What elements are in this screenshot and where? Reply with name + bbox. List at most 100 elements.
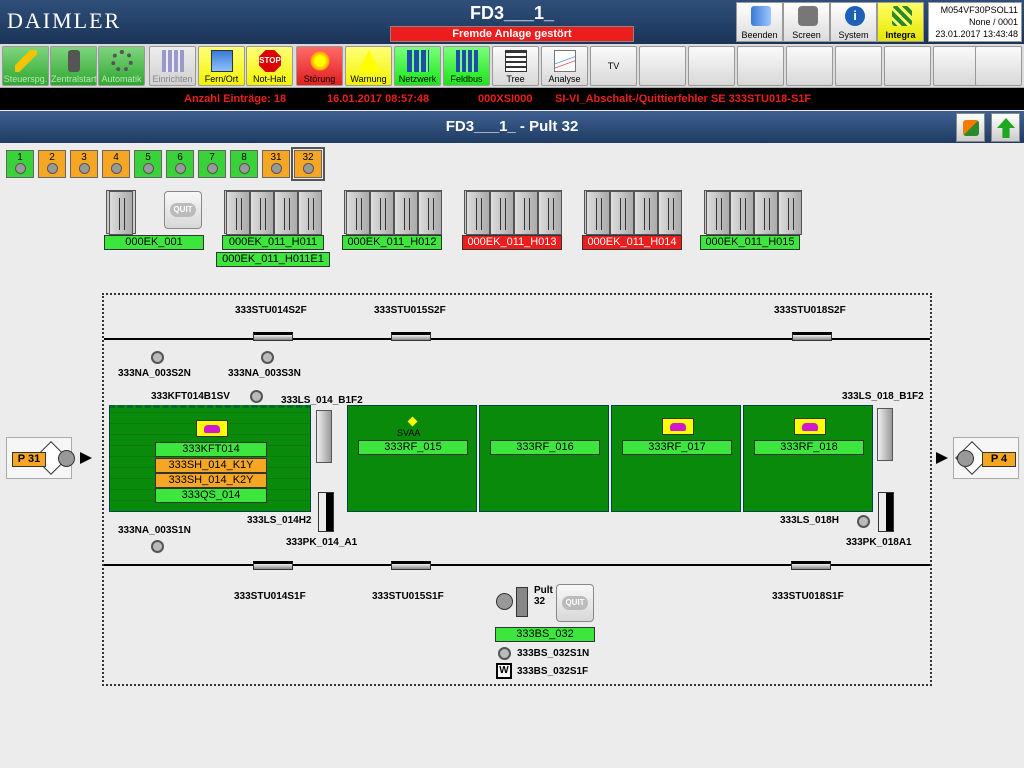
cabinet-h014[interactable] <box>584 190 682 235</box>
sensor-015-s1f[interactable] <box>391 561 431 570</box>
central-start-button[interactable]: Zentralstart <box>50 46 97 86</box>
integra-button-label: Integra <box>885 30 916 40</box>
cabinet-label: 000EK_011_H012 <box>342 235 442 250</box>
cabinet-h012[interactable] <box>344 190 442 235</box>
stop-sign-icon: STOP <box>259 50 281 72</box>
remote-local-button[interactable]: Fern/Ort <box>198 46 245 86</box>
empty-toolbar-slot <box>884 46 931 86</box>
tab-label: 3 <box>81 152 87 163</box>
car-icon <box>196 420 228 437</box>
zone-015[interactable]: SVAA 333RF_015 <box>347 405 477 512</box>
warning-button[interactable]: Warnung <box>345 46 392 86</box>
indicator-lamp-icon[interactable] <box>857 515 870 528</box>
exit-button[interactable]: Beenden <box>736 2 783 42</box>
tab-label: 1 <box>17 152 23 163</box>
pk-014-sensor[interactable] <box>318 492 334 532</box>
pult-tab-5[interactable]: 5 <box>134 150 162 178</box>
btn-label: Zentralstart <box>51 74 97 84</box>
cabinet-h011[interactable] <box>224 190 322 235</box>
pult-tab-32[interactable]: 32 <box>291 147 325 181</box>
integra-button[interactable]: Integra <box>877 2 924 42</box>
fieldbus-button[interactable]: Feldbus <box>443 46 490 86</box>
analysis-button[interactable]: Analyse <box>541 46 588 86</box>
system-button[interactable]: i System <box>830 2 877 42</box>
zone-016[interactable]: 333RF_016 <box>479 405 609 512</box>
cabinet-door-icon <box>610 191 634 235</box>
sensor-015-s2f[interactable] <box>391 332 431 341</box>
quit-button[interactable] <box>164 191 202 229</box>
home-button[interactable] <box>991 113 1020 142</box>
zone-label: 333RF_017 <box>622 440 732 455</box>
tv-button[interactable]: TV <box>590 46 637 86</box>
pult-quit-button[interactable] <box>556 584 594 622</box>
pk-label: 333PK_014_A1 <box>286 537 358 548</box>
tab-label: 2 <box>49 152 55 163</box>
cabinet-door-icon <box>370 191 394 235</box>
status-bar[interactable]: Anzahl Einträge: 18 16.01.2017 08:57:48 … <box>0 88 1024 110</box>
cabinet-label: 000EK_011_H014 <box>582 235 682 250</box>
network-button[interactable]: Netzwerk <box>394 46 441 86</box>
cabinet-door-icon <box>754 191 778 235</box>
pult-tab-1[interactable]: 1 <box>6 150 34 178</box>
light-curtain[interactable] <box>877 408 893 461</box>
indicator-lamp-icon[interactable] <box>250 390 263 403</box>
fault-button[interactable]: Störung <box>296 46 343 86</box>
cabinet-door-icon <box>298 191 322 235</box>
sensor-014-s1f[interactable] <box>253 561 293 570</box>
btn-label: Einrichten <box>152 74 193 84</box>
cabinet-door-icon <box>634 191 658 235</box>
pult-32-control[interactable] <box>494 583 538 623</box>
status-dot-icon <box>79 163 90 174</box>
light-curtain[interactable] <box>316 410 332 463</box>
wrench-button[interactable] <box>956 113 985 142</box>
indicator-lamp-icon[interactable] <box>151 351 164 364</box>
control-voltage-button[interactable]: Steuerspg. <box>2 46 49 86</box>
indicator-lamp-icon[interactable] <box>261 351 274 364</box>
pk-018-sensor[interactable] <box>878 492 894 532</box>
w-marker[interactable]: W <box>496 663 512 679</box>
indicator-lamp-icon[interactable] <box>151 540 164 553</box>
zone-018[interactable]: 333RF_018 <box>743 405 873 512</box>
cabinet-door-icon <box>346 191 370 235</box>
sensor-014-s2f[interactable] <box>253 332 293 341</box>
emergency-stop-button[interactable]: STOP Not-Halt <box>246 46 293 86</box>
pult-tab-31[interactable]: 31 <box>262 150 290 178</box>
pult-tab-3[interactable]: 3 <box>70 150 98 178</box>
cabinet-label: 000EK_011_H011 <box>222 235 324 250</box>
pult-tab-4[interactable]: 4 <box>102 150 130 178</box>
tree-button[interactable]: Tree <box>492 46 539 86</box>
node-p4[interactable]: P 4 <box>953 437 1019 479</box>
btn-label: Steuerspg. <box>3 74 48 84</box>
pk-label: 333PK_018A1 <box>846 537 912 548</box>
sensor-label: 333STU015S1F <box>372 591 444 602</box>
plug-icon <box>963 120 979 136</box>
svaa-label: SVAA <box>397 428 421 438</box>
indicator-lamp-icon[interactable] <box>498 647 511 660</box>
lamp-label: 333NA_003S2N <box>118 368 191 379</box>
empty-toolbar-slot <box>933 46 980 86</box>
cabinet-h013[interactable] <box>464 190 562 235</box>
zone-017[interactable]: 333RF_017 <box>611 405 741 512</box>
pult-tab-8[interactable]: 8 <box>230 150 258 178</box>
cabinet-door-icon <box>490 191 514 235</box>
btn-label: Tree <box>506 74 525 84</box>
cabinet-label: 000EK_011_H011E1 <box>216 252 330 267</box>
zone-014[interactable]: 333KFT014 333SH_014_K1Y 333SH_014_K2Y 33… <box>109 405 311 512</box>
car-icon <box>662 418 694 435</box>
pult-tab-6[interactable]: 6 <box>166 150 194 178</box>
screen-button[interactable]: Screen <box>783 2 830 42</box>
node-p31[interactable]: P 31 <box>6 437 75 479</box>
sensor-018-s1f[interactable] <box>791 561 831 570</box>
cabinet-h015[interactable] <box>704 190 802 235</box>
circle-icon <box>496 593 513 610</box>
setup-button[interactable]: Einrichten <box>149 46 196 86</box>
circle-icon <box>957 450 974 467</box>
zone-label: 333QS_014 <box>155 488 267 503</box>
pult-tab-7[interactable]: 7 <box>198 150 226 178</box>
pult-tab-2[interactable]: 2 <box>38 150 66 178</box>
sensor-018-s2f[interactable] <box>792 332 832 341</box>
status-dot-icon <box>207 163 218 174</box>
cabinet-001[interactable] <box>106 190 136 235</box>
automatic-button[interactable]: Automatik <box>98 46 145 86</box>
cabinet-door-icon <box>226 191 250 235</box>
